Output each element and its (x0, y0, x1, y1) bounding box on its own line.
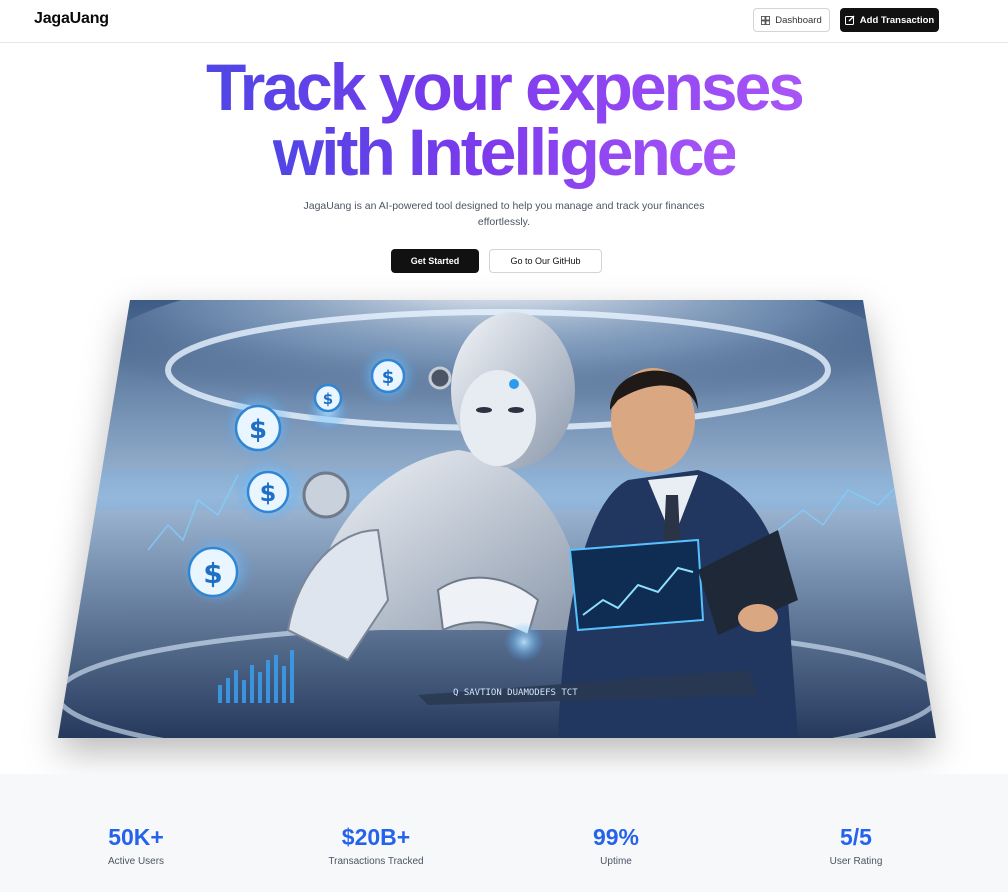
stat-user-rating: 5/5 User Rating (756, 824, 956, 867)
hero-subtitle: JagaUang is an AI-powered tool designed … (303, 200, 705, 228)
dashboard-button[interactable]: Dashboard (753, 8, 830, 32)
layout-dashboard-icon (761, 15, 771, 25)
navbar: JagaUang Dashboard Add Transaction (0, 0, 1008, 43)
hero-illustration: $ $ $ $ $ Q SAVTION DUAMODEFS TCT (58, 300, 936, 738)
stat-value: $20B+ (341, 824, 411, 850)
hero-title-line2: with Intelligence (272, 115, 738, 189)
stat-value: 50K+ (108, 824, 164, 850)
dashboard-label: Dashboard (775, 14, 822, 26)
svg-text:$: $ (382, 367, 395, 388)
stat-label: Transactions Tracked (328, 856, 424, 867)
stat-value: 99% (592, 824, 640, 850)
stat-transactions-tracked: $20B+ Transactions Tracked (276, 824, 476, 867)
svg-text:$: $ (249, 415, 267, 445)
stats-section: 50K+ Active Users $20B+ Transactions Tra… (0, 774, 1008, 892)
add-transaction-button[interactable]: Add Transaction (840, 8, 939, 32)
hero-title-line1: Track your expenses (205, 50, 805, 124)
github-button[interactable]: Go to Our GitHub (489, 249, 602, 273)
pencil-square-icon (844, 15, 855, 25)
svg-text:$: $ (203, 557, 222, 590)
stat-label: Uptime (600, 856, 632, 867)
svg-text:$: $ (323, 390, 333, 408)
stat-value: 5/5 (840, 824, 872, 850)
stat-uptime: 99% Uptime (516, 824, 716, 867)
get-started-button[interactable]: Get Started (391, 249, 479, 273)
add-transaction-label: Add Transaction (859, 14, 935, 26)
stat-label: User Rating (829, 856, 883, 867)
stat-label: Active Users (107, 856, 165, 867)
brand-logo[interactable]: JagaUang (34, 10, 109, 28)
illustration-caption: Q SAVTION DUAMODEFS TCT (453, 688, 578, 698)
svg-text:$: $ (260, 479, 277, 507)
stat-active-users: 50K+ Active Users (36, 824, 236, 867)
hero-title: Track your expenses with Intelligence (0, 54, 1008, 185)
